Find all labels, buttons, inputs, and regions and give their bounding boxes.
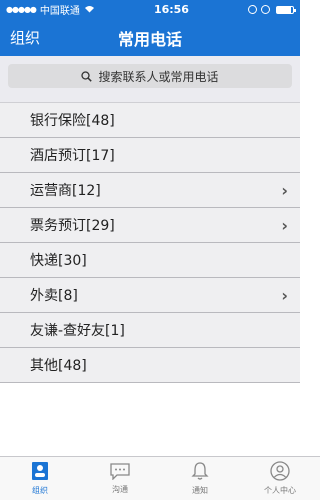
search-icon [81, 70, 93, 82]
list-item[interactable]: 票务预订[29] › [0, 208, 300, 243]
list-item-label: 银行保险[48] [30, 113, 115, 129]
list-item[interactable]: 快递[30] [0, 243, 300, 278]
chevron-right-icon: › [281, 285, 288, 305]
tab-label: 沟通 [112, 485, 128, 494]
list-item[interactable]: 银行保险[48] [0, 103, 300, 138]
list-item-label: 运营商[12] [30, 183, 101, 199]
rotation-lock-icon [247, 5, 257, 14]
tab-label: 通知 [192, 486, 208, 495]
tab-user[interactable]: 个人中心 [240, 457, 320, 500]
tab-bell[interactable]: 通知 [160, 457, 240, 500]
status-right [247, 5, 296, 14]
tab-bar: 组织 沟通 通知 个人中心 [0, 456, 320, 500]
list-item[interactable]: 酒店预订[17] [0, 138, 300, 173]
status-left: ●●●●● 中国联通 [6, 2, 95, 17]
list-item[interactable]: 运营商[12] › [0, 173, 300, 208]
search-input[interactable]: 搜索联系人或常用电话 [8, 64, 292, 88]
tab-label: 个人中心 [264, 486, 296, 495]
list-item-label: 快递[30] [30, 253, 87, 269]
chat-icon [109, 462, 131, 482]
signal-icon: ●●●●● [6, 5, 37, 14]
chevron-right-icon: › [281, 180, 288, 200]
user-icon [270, 461, 290, 483]
battery-icon [275, 5, 296, 14]
search-placeholder: 搜索联系人或常用电话 [98, 69, 219, 84]
chevron-right-icon: › [281, 215, 288, 235]
org-back-button[interactable]: 组织 [10, 27, 40, 48]
tab-label: 组织 [32, 486, 48, 495]
list-item-label: 友谦-查好友[1] [30, 323, 125, 339]
battery-level [276, 6, 292, 13]
category-list: 银行保险[48] 酒店预订[17] 运营商[12] › 票务预订[29] › 快递[30] 外… [0, 103, 300, 383]
list-item[interactable]: 其他[48] [0, 348, 300, 383]
status-bar: ●●●●● 中国联通 16:56 [0, 0, 300, 19]
wifi-icon [84, 4, 95, 16]
search-area: 搜索联系人或常用电话 [0, 56, 300, 103]
org-icon [31, 461, 49, 483]
list-item-label: 酒店预订[17] [30, 148, 115, 164]
nav-header: 组织 常用电话 [0, 19, 300, 56]
bell-icon [191, 461, 209, 483]
list-item-label: 其他[48] [30, 358, 87, 374]
page-title: 常用电话 [117, 29, 182, 49]
tab-chat[interactable]: 沟通 [80, 457, 160, 500]
alarm-icon [260, 5, 270, 14]
list-item-label: 票务预订[29] [30, 218, 115, 234]
list-item[interactable]: 友谦-查好友[1] [0, 313, 300, 348]
tab-org[interactable]: 组织 [0, 457, 80, 500]
status-time: 16:56 [153, 3, 189, 16]
list-item-label: 外卖[8] [30, 288, 78, 304]
list-item[interactable]: 外卖[8] › [0, 278, 300, 313]
carrier-label: 中国联通 [39, 6, 80, 17]
